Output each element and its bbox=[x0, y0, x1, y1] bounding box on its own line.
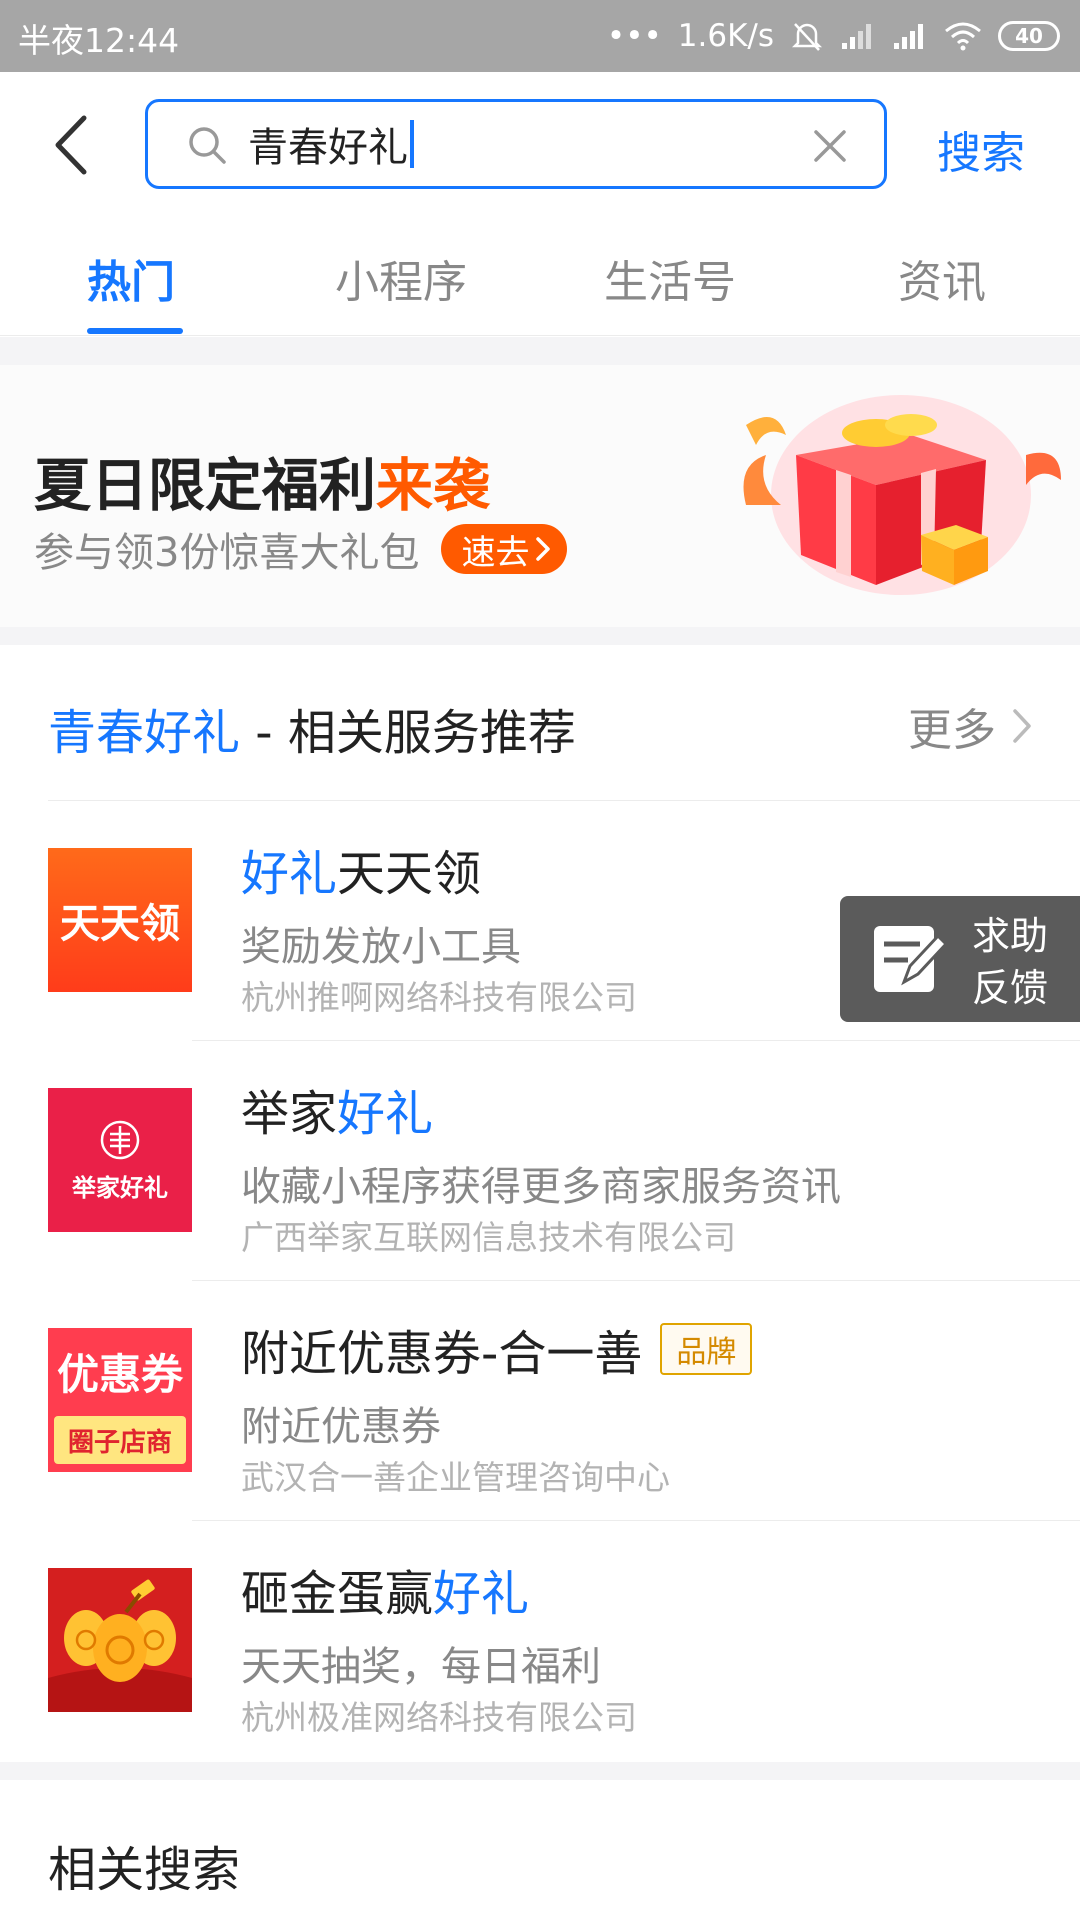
signal-icon-2 bbox=[894, 24, 923, 49]
back-arrow-icon[interactable] bbox=[44, 110, 104, 180]
app-logo: 优惠券 圈子店商 bbox=[48, 1328, 192, 1472]
section-keyword: 青春好礼 bbox=[48, 705, 241, 761]
banner-title-main: 夏日限定福利 bbox=[34, 453, 376, 519]
item-description: 奖励发放小工具 bbox=[241, 924, 521, 970]
item-company: 广西举家互联网信息技术有限公司 bbox=[241, 1218, 736, 1257]
list-item[interactable]: 砸金蛋赢 好礼 天天抽奖，每日福利 杭州极准网络科技有限公司 bbox=[0, 1521, 1080, 1761]
item-name-keyword: 好礼 bbox=[337, 1086, 434, 1142]
logo-text: 天天领 bbox=[60, 901, 180, 947]
app-logo: 天天领 bbox=[48, 848, 192, 992]
item-name-keyword: 好礼 bbox=[433, 1566, 530, 1622]
list-item[interactable]: 优惠券 圈子店商 附近优惠券-合一善 品牌 附近优惠券 武汉合一善企业管理咨询中心 bbox=[0, 1281, 1080, 1521]
active-tab-indicator bbox=[87, 328, 183, 334]
gift-box-icon bbox=[743, 395, 1061, 595]
list-item[interactable]: 举家好礼 举家 好礼 收藏小程序获得更多商家服务资讯 广西举家互联网信息技术有限公… bbox=[0, 1041, 1080, 1281]
logo-text: 举家好礼 bbox=[72, 1173, 168, 1202]
network-speed: 1.6K/s bbox=[677, 18, 774, 54]
status-time: 半夜12:44 bbox=[18, 21, 180, 60]
more-dots: ••• bbox=[606, 18, 662, 54]
section-gap bbox=[0, 337, 1080, 365]
item-name-rest: 天天领 bbox=[337, 846, 482, 902]
item-name-keyword: 好礼 bbox=[241, 846, 338, 902]
banner-subtitle-row: 参与领3份惊喜大礼包 速去 bbox=[34, 520, 568, 578]
item-name-pre: 砸金蛋赢 bbox=[241, 1566, 434, 1622]
banner-subtitle: 参与领3份惊喜大礼包 bbox=[34, 530, 420, 576]
banner-title: 夏日限定福利来袭 bbox=[34, 440, 490, 522]
banner-title-highlight: 来袭 bbox=[376, 453, 490, 519]
text-caret bbox=[410, 120, 414, 168]
related-search-title: 相关搜索 bbox=[48, 1842, 241, 1898]
search-button[interactable]: 搜索 bbox=[937, 117, 1025, 181]
item-name: 砸金蛋赢 好礼 bbox=[241, 1554, 529, 1624]
brand-badge: 品牌 bbox=[660, 1323, 753, 1375]
item-company: 武汉合一善企业管理咨询中心 bbox=[241, 1458, 670, 1497]
item-company: 杭州极准网络科技有限公司 bbox=[241, 1698, 637, 1737]
logo-text-top: 优惠券 bbox=[56, 1349, 183, 1399]
promo-banner[interactable]: 夏日限定福利来袭 参与领3份惊喜大礼包 速去 bbox=[0, 365, 1080, 627]
wifi-icon bbox=[945, 22, 981, 51]
banner-go-label: 速去 bbox=[461, 532, 530, 573]
edit-note-icon bbox=[874, 926, 949, 992]
item-description: 附近优惠券 bbox=[241, 1404, 441, 1450]
golden-eggs-icon bbox=[48, 1579, 192, 1712]
app-logo: 举家好礼 bbox=[48, 1088, 192, 1232]
tab-mini-programs[interactable]: 小程序 bbox=[335, 246, 467, 310]
search-query-wrap: 青春好礼 bbox=[248, 118, 414, 171]
app-logo bbox=[48, 1568, 192, 1712]
search-input[interactable]: 青春好礼 bbox=[145, 99, 887, 189]
search-icon bbox=[189, 127, 226, 164]
signal-icon-1 bbox=[842, 24, 871, 49]
result-tabs: 热门 小程序 生活号 资讯 bbox=[0, 232, 1080, 336]
feedback-line1: 求助 bbox=[972, 914, 1049, 958]
section-title: 青春好礼 - 相关服务推荐 bbox=[48, 693, 576, 763]
clear-icon[interactable] bbox=[812, 128, 848, 164]
mute-bell-icon bbox=[791, 23, 823, 51]
tab-news[interactable]: 资讯 bbox=[898, 246, 986, 310]
status-bar: 半夜12:44 ••• 1.6K/s 40 bbox=[0, 0, 1080, 72]
help-feedback-button[interactable]: 求助 反馈 bbox=[840, 896, 1080, 1022]
tab-life-accounts[interactable]: 生活号 bbox=[604, 246, 736, 310]
item-name-pre: 举家 bbox=[241, 1086, 338, 1142]
section-gap bbox=[0, 627, 1080, 645]
feedback-label: 求助 反馈 bbox=[972, 910, 1048, 1014]
search-query-text: 青春好礼 bbox=[248, 125, 408, 171]
item-name: 好礼 天天领 bbox=[241, 834, 481, 904]
feedback-line2: 反馈 bbox=[972, 966, 1049, 1010]
item-name: 附近优惠券-合一善 品牌 bbox=[241, 1314, 753, 1384]
section-title-rest: - 相关服务推荐 bbox=[240, 705, 576, 761]
item-name-text: 附近优惠券-合一善 bbox=[241, 1326, 643, 1382]
emblem-icon bbox=[100, 1120, 140, 1159]
item-name: 举家 好礼 bbox=[241, 1074, 433, 1144]
item-description: 天天抽奖，每日福利 bbox=[241, 1644, 601, 1690]
logo-text-bottom: 圈子店商 bbox=[54, 1416, 186, 1464]
item-description: 收藏小程序获得更多商家服务资讯 bbox=[241, 1164, 841, 1210]
battery-indicator: 40 bbox=[998, 21, 1060, 51]
chevron-right-icon bbox=[1013, 709, 1031, 743]
chevron-right-icon bbox=[536, 537, 551, 561]
banner-go-button[interactable]: 速去 bbox=[441, 524, 568, 574]
item-company: 杭州推啊网络科技有限公司 bbox=[241, 978, 637, 1017]
tab-hot[interactable]: 热门 bbox=[87, 246, 175, 310]
more-label: 更多 bbox=[908, 705, 996, 756]
section-gap bbox=[0, 1762, 1080, 1780]
more-link[interactable]: 更多 bbox=[908, 694, 1032, 758]
